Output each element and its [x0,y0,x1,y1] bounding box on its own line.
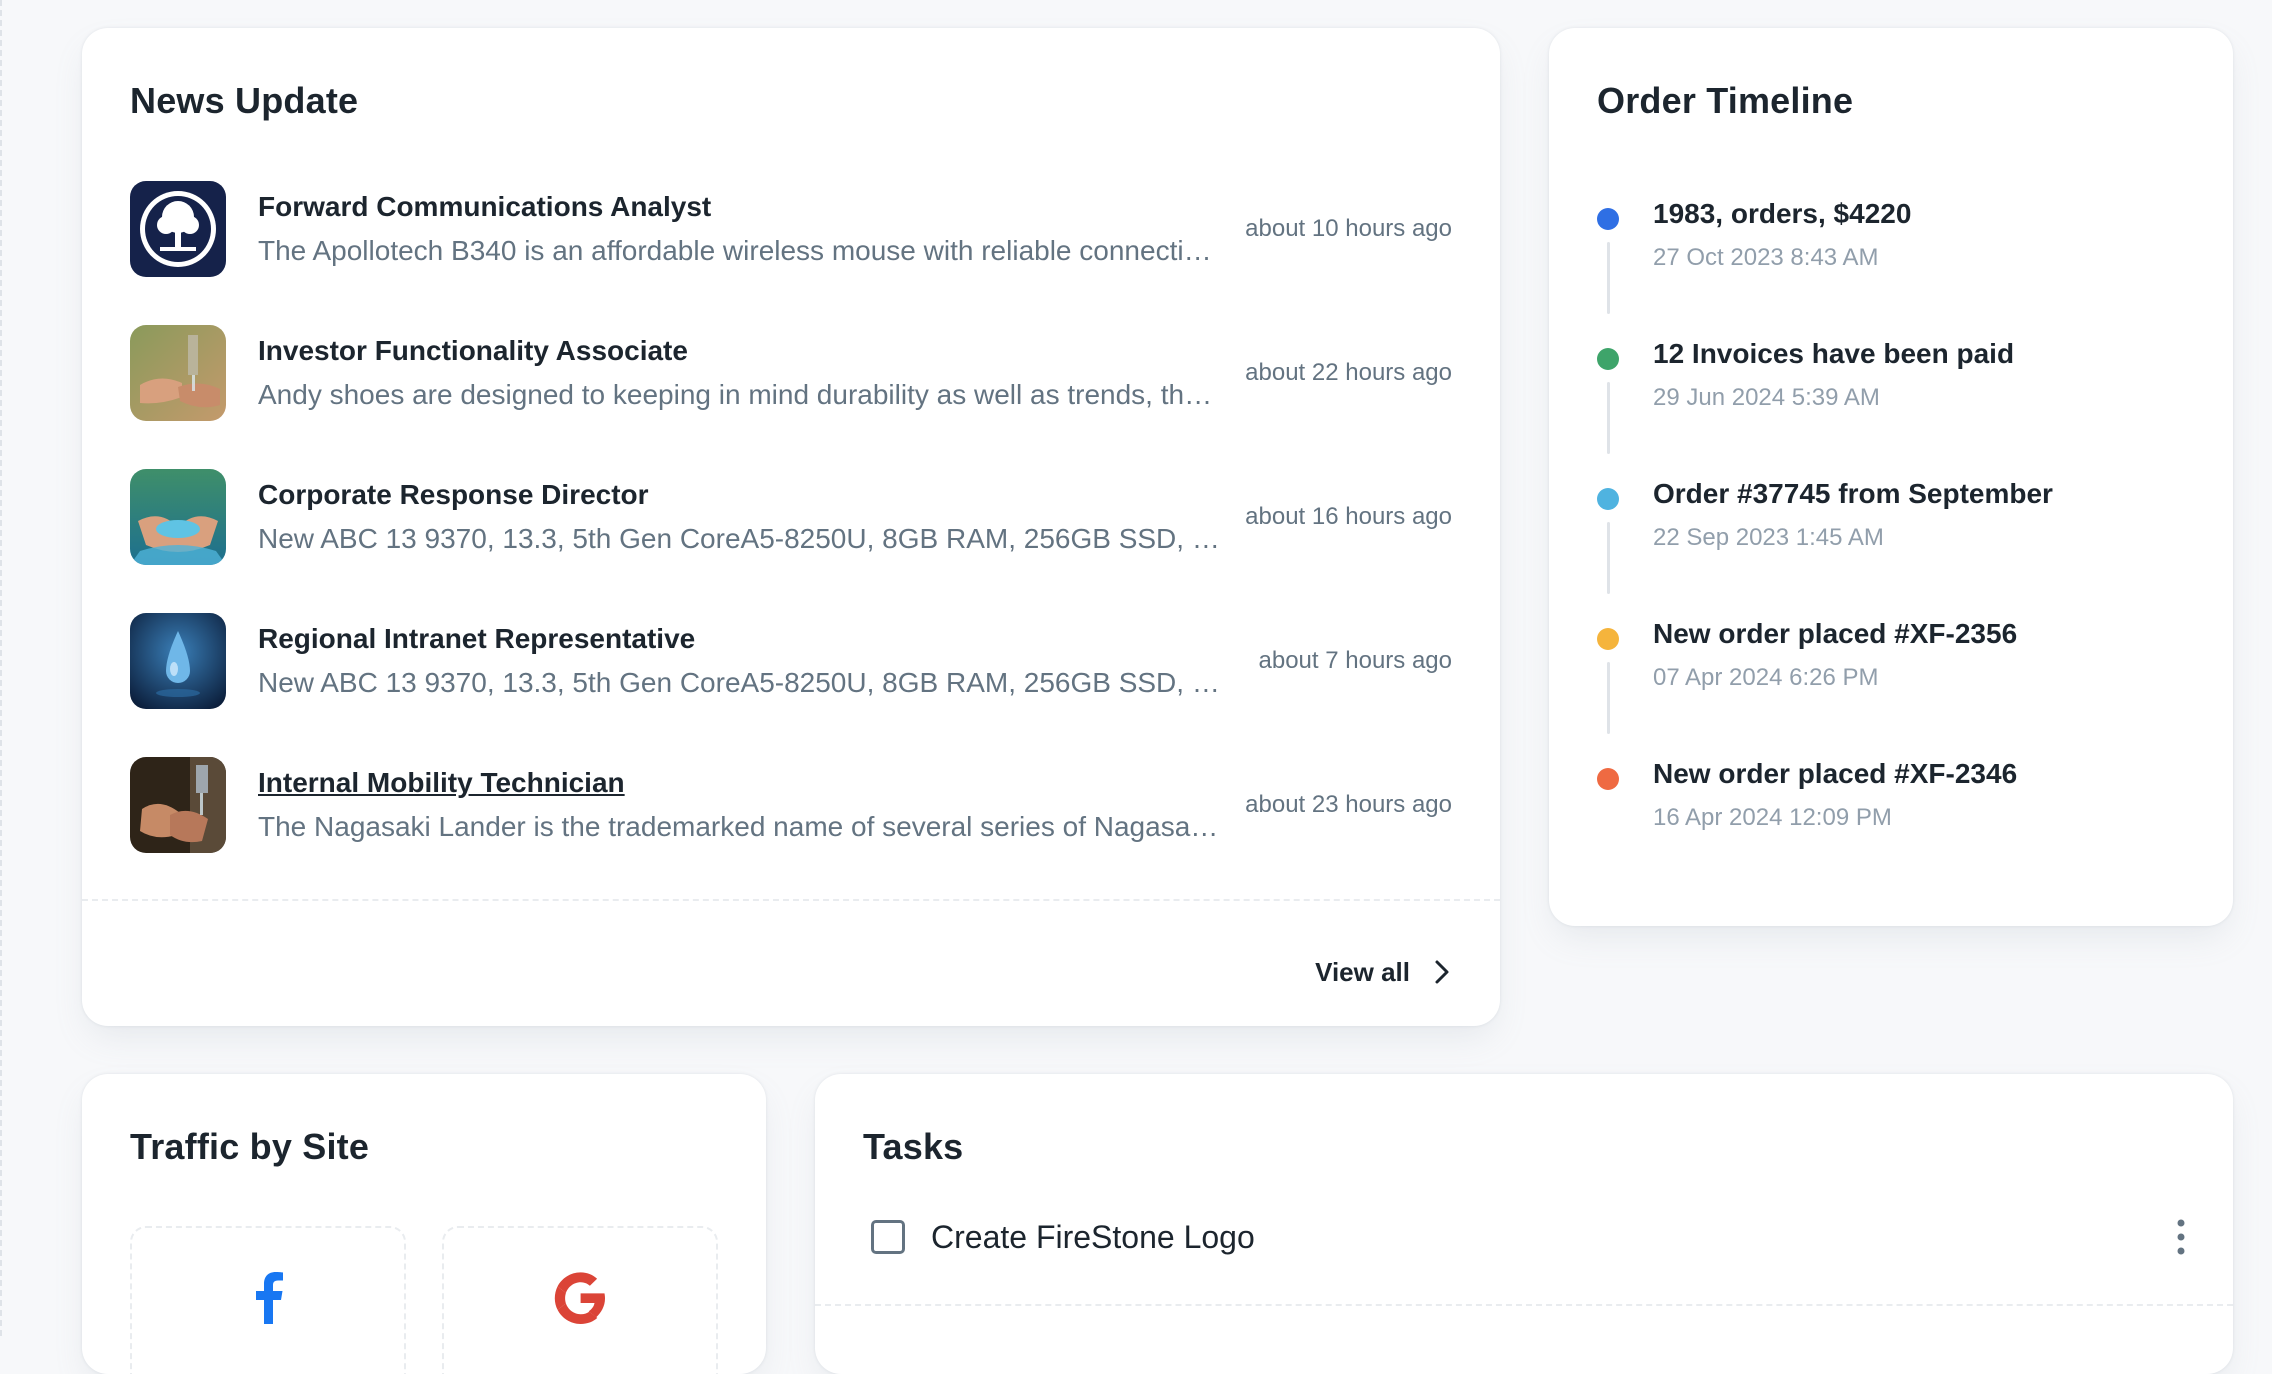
timeline-item-title: New order placed #XF-2346 [1653,758,2018,789]
facebook-icon [256,1272,283,1324]
timeline-item-title: Order #37745 from September [1653,478,2053,509]
traffic-by-site-card: Traffic by Site [82,1074,766,1374]
timeline-connector [1607,522,1610,594]
timeline-item-time: 07 Apr 2024 6:26 PM [1653,664,1879,691]
water-hands-icon [130,469,226,565]
timeline-connector [1607,242,1610,314]
chevron-right-icon [1435,960,1449,984]
traffic-card-title: Traffic by Site [130,1126,370,1167]
timeline-item-time: 22 Sep 2023 1:45 AM [1653,524,1884,551]
news-item-title[interactable]: Corporate Response Director [258,477,1221,513]
news-item[interactable]: Investor Functionality Associate Andy sh… [130,324,1452,422]
site-facebook [130,1226,406,1374]
timeline-item-title: New order placed #XF-2356 [1653,618,2018,649]
washing-hands-icon [130,757,226,853]
timeline-dot [1597,348,1619,370]
news-footer-divider [82,899,1500,901]
hands-tap-icon [130,325,226,421]
news-item-title[interactable]: Regional Intranet Representative [258,621,1235,657]
tree-logo-icon [130,181,226,277]
news-thumbnail [130,181,226,277]
news-item-time: about 7 hours ago [1258,647,1453,674]
timeline-connector [1607,382,1610,454]
news-item[interactable]: Internal Mobility Technician The Nagasak… [130,756,1452,854]
site-google [442,1226,718,1374]
task-checkbox[interactable] [871,1220,905,1254]
water-drop-icon [130,613,226,709]
news-item-description: The Nagasaki Lander is the trademarked n… [258,811,1221,842]
timeline-item-time: 16 Apr 2024 12:09 PM [1653,804,1892,831]
google-icon [554,1272,605,1324]
tasks-card: Tasks Create FireStone Logo [815,1074,2233,1374]
timeline-item: 1983, orders, $4220 27 Oct 2023 8:43 AM [1597,194,2197,314]
timeline-dot [1597,488,1619,510]
news-item-title[interactable]: Forward Communications Analyst [258,189,1221,225]
news-thumbnail [130,613,226,709]
timeline-item-time: 27 Oct 2023 8:43 AM [1653,244,1879,271]
more-vertical-icon[interactable] [2167,1216,2195,1258]
news-item-description: Andy shoes are designed to keeping in mi… [258,379,1221,410]
news-update-card: News Update Forward Communications Analy… [82,28,1500,1026]
timeline-item: 12 Invoices have been paid 29 Jun 2024 5… [1597,334,2197,454]
timeline-item: New order placed #XF-2346 16 Apr 2024 12… [1597,754,2197,874]
news-item[interactable]: Forward Communications Analyst The Apoll… [130,180,1452,278]
news-item-description: New ABC 13 9370, 13.3, 5th Gen CoreA5-82… [258,523,1222,554]
task-row: Create FireStone Logo [815,1206,2233,1306]
news-item-time: about 16 hours ago [1245,503,1452,530]
timeline-connector [1607,662,1610,734]
timeline-item-time: 29 Jun 2024 5:39 AM [1653,384,1880,411]
timeline-dot [1597,628,1619,650]
timeline-dot [1597,208,1619,230]
news-item-time: about 10 hours ago [1245,215,1452,242]
task-label: Create FireStone Logo [931,1219,1255,1255]
view-all-button[interactable]: View all [1315,950,1452,994]
news-item[interactable]: Corporate Response Director New ABC 13 9… [130,468,1452,566]
timeline-card-title: Order Timeline [1597,80,1854,121]
news-item[interactable]: Regional Intranet Representative New ABC… [130,612,1452,710]
news-card-title: News Update [130,80,359,121]
news-item-description: New ABC 13 9370, 13.3, 5th Gen CoreA5-82… [258,667,1228,698]
timeline-item-title: 12 Invoices have been paid [1653,338,2015,369]
news-item-title[interactable]: Internal Mobility Technician [258,765,1221,801]
news-item-description: The Apollotech B340 is an affordable wir… [258,235,1222,266]
news-thumbnail [130,757,226,853]
timeline-item: Order #37745 from September 22 Sep 2023 … [1597,474,2197,594]
news-item-title[interactable]: Investor Functionality Associate [258,333,1221,369]
news-item-time: about 22 hours ago [1245,359,1452,386]
timeline-item-title: 1983, orders, $4220 [1653,198,1912,229]
left-divider [0,0,2,1336]
timeline-dot [1597,768,1619,790]
news-thumbnail [130,469,226,565]
tasks-card-title: Tasks [863,1126,964,1167]
order-timeline-card: Order Timeline 1983, orders, $4220 27 Oc… [1549,28,2233,926]
news-thumbnail [130,325,226,421]
view-all-label: View all [1315,956,1410,987]
news-item-time: about 23 hours ago [1245,791,1452,818]
timeline-item: New order placed #XF-2356 07 Apr 2024 6:… [1597,614,2197,734]
